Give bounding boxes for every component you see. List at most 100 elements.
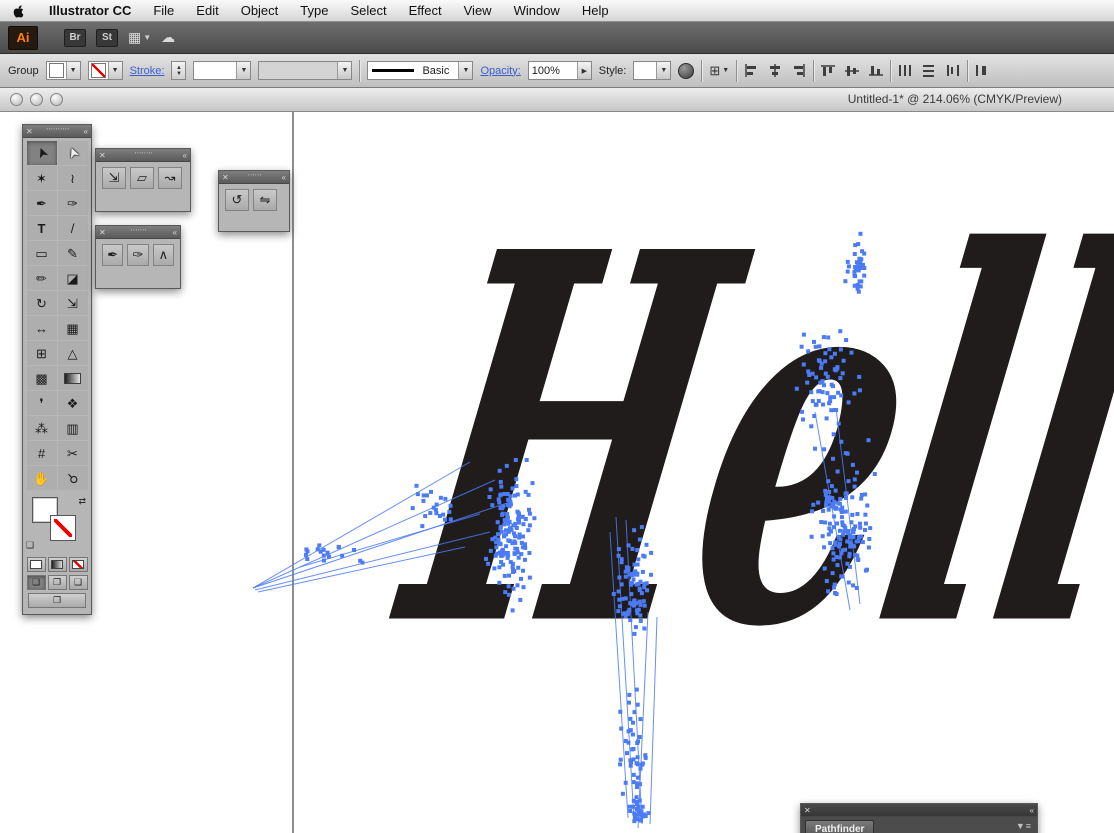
lettering-text-object[interactable]: Hello (368, 147, 1114, 734)
align-center-icon[interactable] (768, 64, 782, 77)
opacity-panel-link[interactable]: Opacity: (480, 65, 520, 77)
scale-tool[interactable]: ⇲ (58, 291, 88, 315)
draw-normal-button[interactable]: ❏ (27, 575, 46, 590)
artboard-tool[interactable]: # (27, 441, 57, 465)
collapse-panel-icon[interactable]: « (1030, 806, 1034, 815)
align-top-icon[interactable] (821, 64, 835, 77)
reshape-icon[interactable]: ↝ (158, 167, 182, 189)
default-fill-stroke-icon[interactable]: ❏ (26, 540, 34, 551)
canvas-artwork[interactable]: Hello (0, 112, 1114, 833)
align-right-icon[interactable] (792, 64, 806, 77)
brush-definition-dropdown[interactable]: ▼ (258, 61, 352, 80)
menu-app-name[interactable]: Illustrator CC (49, 3, 131, 18)
panel-close-icon[interactable]: ✕ (99, 228, 106, 237)
minimize-button[interactable] (30, 93, 43, 106)
align-middle-icon[interactable] (845, 64, 859, 77)
draw-behind-button[interactable]: ❐ (48, 575, 67, 590)
paintbrush-tool[interactable]: ✎ (58, 241, 88, 265)
column-graph-tool[interactable]: ▥ (58, 416, 88, 440)
zoom-tool[interactable]: ⚲ (58, 466, 88, 490)
bridge-button[interactable]: Br (64, 29, 86, 47)
menu-item-edit[interactable]: Edit (196, 3, 218, 18)
apple-menu-icon[interactable] (12, 3, 27, 18)
align-bottom-icon[interactable] (869, 64, 883, 77)
eyedropper-tool[interactable]: ❜ (27, 391, 57, 415)
mesh-tool[interactable]: ▩ (27, 366, 57, 390)
menu-item-type[interactable]: Type (300, 3, 328, 18)
close-button[interactable] (10, 93, 23, 106)
screen-mode-button[interactable]: ❐ (28, 593, 86, 608)
color-button[interactable] (27, 557, 46, 572)
panel-header[interactable]: ✕ ''''''' « (96, 226, 180, 239)
stroke-swatch[interactable] (50, 515, 76, 541)
isolate-group-button[interactable]: ⊞▼ (709, 63, 729, 79)
panel-header[interactable]: ✕ « (801, 804, 1037, 817)
rotate-icon[interactable]: ↺ (225, 189, 249, 211)
perspective-grid-tool[interactable]: △ (58, 341, 88, 365)
stroke-weight-stepper[interactable]: ▲▼ (171, 61, 186, 80)
collapse-panel-icon[interactable]: « (84, 127, 88, 136)
panel-close-icon[interactable]: ✕ (26, 127, 33, 136)
pen-tool[interactable]: ✒ (27, 191, 57, 215)
menu-item-view[interactable]: View (464, 3, 492, 18)
convert-anchor-icon[interactable]: ∧ (153, 244, 174, 266)
panel-close-icon[interactable]: ✕ (99, 151, 106, 160)
stock-button[interactable]: St (96, 29, 118, 47)
blend-tool[interactable]: ❖ (58, 391, 88, 415)
collapse-panel-icon[interactable]: « (173, 228, 177, 237)
collapse-panel-icon[interactable]: « (183, 151, 187, 160)
align-left-icon[interactable] (744, 64, 758, 77)
stroke-panel-link[interactable]: Stroke: (130, 65, 165, 77)
distribute-right-icon[interactable] (946, 64, 960, 77)
recolor-artwork-icon[interactable] (678, 63, 694, 79)
panel-close-icon[interactable]: ✕ (222, 173, 229, 182)
opacity-field[interactable]: 100% ▶ (528, 61, 592, 80)
magic-wand-tool[interactable]: ✶ (27, 166, 57, 190)
curvature-tool[interactable]: ✑ (58, 191, 88, 215)
menu-item-object[interactable]: Object (241, 3, 279, 18)
stroke-weight-dropdown[interactable]: ▼ (193, 61, 251, 80)
stroke-style-dropdown[interactable]: Basic ▼ (367, 61, 473, 80)
pencil-tool[interactable]: ✏ (27, 266, 57, 290)
delete-anchor-icon[interactable]: ✑ (127, 244, 148, 266)
rotate-tool[interactable]: ↻ (27, 291, 57, 315)
symbol-sprayer-tool[interactable]: ⁂ (27, 416, 57, 440)
line-segment-tool[interactable]: / (58, 216, 88, 240)
direct-selection-tool[interactable]: ➤ (58, 141, 88, 165)
scale-icon[interactable]: ⇲ (102, 167, 126, 189)
stroke-color-dropdown[interactable]: ▼ (88, 61, 123, 80)
tools-panel-header[interactable]: ✕ '''''''''' « (23, 125, 91, 138)
canvas-area[interactable]: Hello (0, 112, 1114, 833)
collapse-panel-icon[interactable]: « (282, 173, 286, 182)
gradient-button[interactable] (48, 557, 67, 572)
distribute-spacing-icon[interactable] (975, 64, 989, 77)
menu-item-help[interactable]: Help (582, 3, 609, 18)
graphic-style-dropdown[interactable]: ▼ (633, 61, 671, 80)
workspace-switcher[interactable]: ▦▼ (128, 29, 151, 46)
gradient-tool[interactable] (58, 366, 88, 390)
shape-builder-tool[interactable]: ⊞ (27, 341, 57, 365)
fill-color-dropdown[interactable]: ▼ (46, 61, 81, 80)
lasso-tool[interactable]: ≀ (58, 166, 88, 190)
distribute-center-icon[interactable] (922, 64, 936, 77)
free-transform-tool[interactable]: ▦ (58, 316, 88, 340)
none-button[interactable] (69, 557, 88, 572)
zoom-button[interactable] (50, 93, 63, 106)
width-tool[interactable]: ↔ (27, 316, 57, 340)
panel-header[interactable]: ✕ '''''' « (219, 171, 289, 184)
tab-pathfinder[interactable]: Pathfinder (805, 820, 874, 833)
panel-menu-icon[interactable]: ▼≡ (1016, 821, 1032, 831)
menu-item-file[interactable]: File (153, 3, 174, 18)
draw-inside-button[interactable]: ❑ (69, 575, 88, 590)
distribute-left-icon[interactable] (898, 64, 912, 77)
selection-tool[interactable]: ➤ (27, 141, 57, 165)
panel-close-icon[interactable]: ✕ (804, 806, 811, 815)
menu-item-effect[interactable]: Effect (409, 3, 442, 18)
shear-icon[interactable]: ▱ (130, 167, 154, 189)
cc-sync-icon[interactable]: ☁ (161, 29, 175, 46)
eraser-tool[interactable]: ◪ (58, 266, 88, 290)
reflect-icon[interactable]: ⇋ (253, 189, 277, 211)
rectangle-tool[interactable]: ▭ (27, 241, 57, 265)
menu-item-window[interactable]: Window (514, 3, 560, 18)
panel-header[interactable]: ✕ '''''''' « (96, 149, 190, 162)
